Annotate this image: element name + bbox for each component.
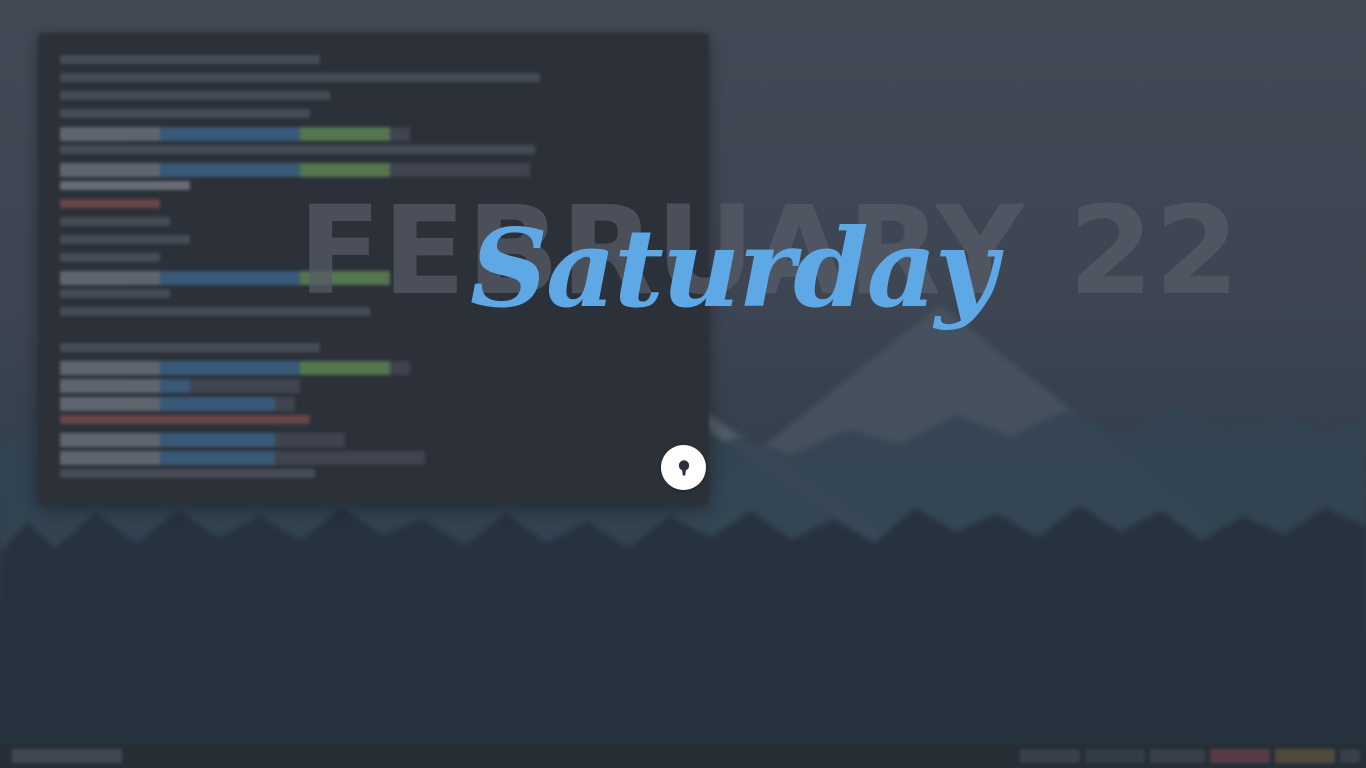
forest-near [0,505,1366,768]
unlock-button[interactable] [661,445,706,490]
keyhole-icon [678,459,689,475]
blurred-bottom-panel [0,744,1366,768]
lock-day: Saturday [470,206,998,332]
lock-screen: FEBRUARY 22 Saturday [0,0,1366,768]
